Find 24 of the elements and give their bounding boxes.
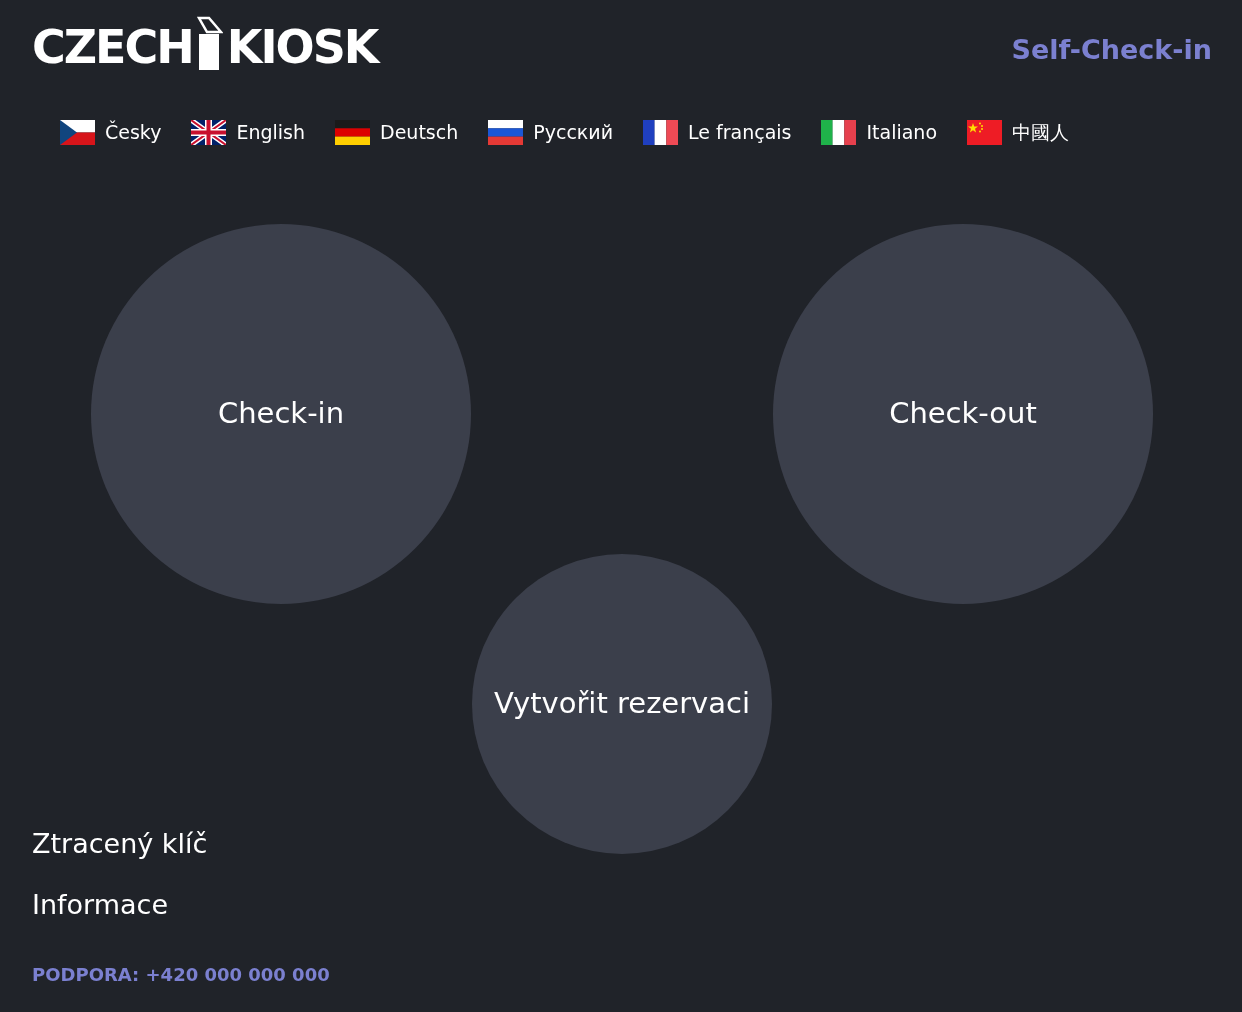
- flag-icon: [643, 119, 679, 145]
- flag-icon: [60, 119, 95, 145]
- language-button[interactable]: Česky: [60, 118, 162, 147]
- page-title: Self-Check-in: [1011, 33, 1212, 67]
- language-button[interactable]: Le français: [643, 118, 792, 147]
- logo-text: KIOSK: [226, 24, 378, 72]
- flag-icon: [967, 119, 1003, 145]
- kiosk-icon: [196, 16, 223, 72]
- language-button[interactable]: Русский: [488, 118, 614, 147]
- flag-icon: [191, 119, 227, 145]
- language-button[interactable]: English: [191, 118, 306, 147]
- flag-icon: [488, 119, 524, 145]
- language-button[interactable]: 中國人: [967, 118, 1070, 147]
- support-phone-text: PODPORA: +420 000 000 000: [31, 963, 331, 987]
- language-button[interactable]: Italiano: [821, 118, 938, 147]
- menu-link[interactable]: Informace: [32, 884, 169, 925]
- menu-link[interactable]: Ztracený klíč: [32, 824, 208, 865]
- action-circle-button[interactable]: Vytvořit rezervaci: [472, 554, 772, 854]
- flag-icon: [335, 119, 371, 145]
- action-circle-button[interactable]: Check-in: [91, 224, 471, 604]
- language-button[interactable]: Deutsch: [335, 118, 459, 147]
- action-circle-button[interactable]: Check-out: [773, 224, 1153, 604]
- flag-icon: [821, 119, 857, 145]
- logo-text: CZECH: [32, 24, 193, 72]
